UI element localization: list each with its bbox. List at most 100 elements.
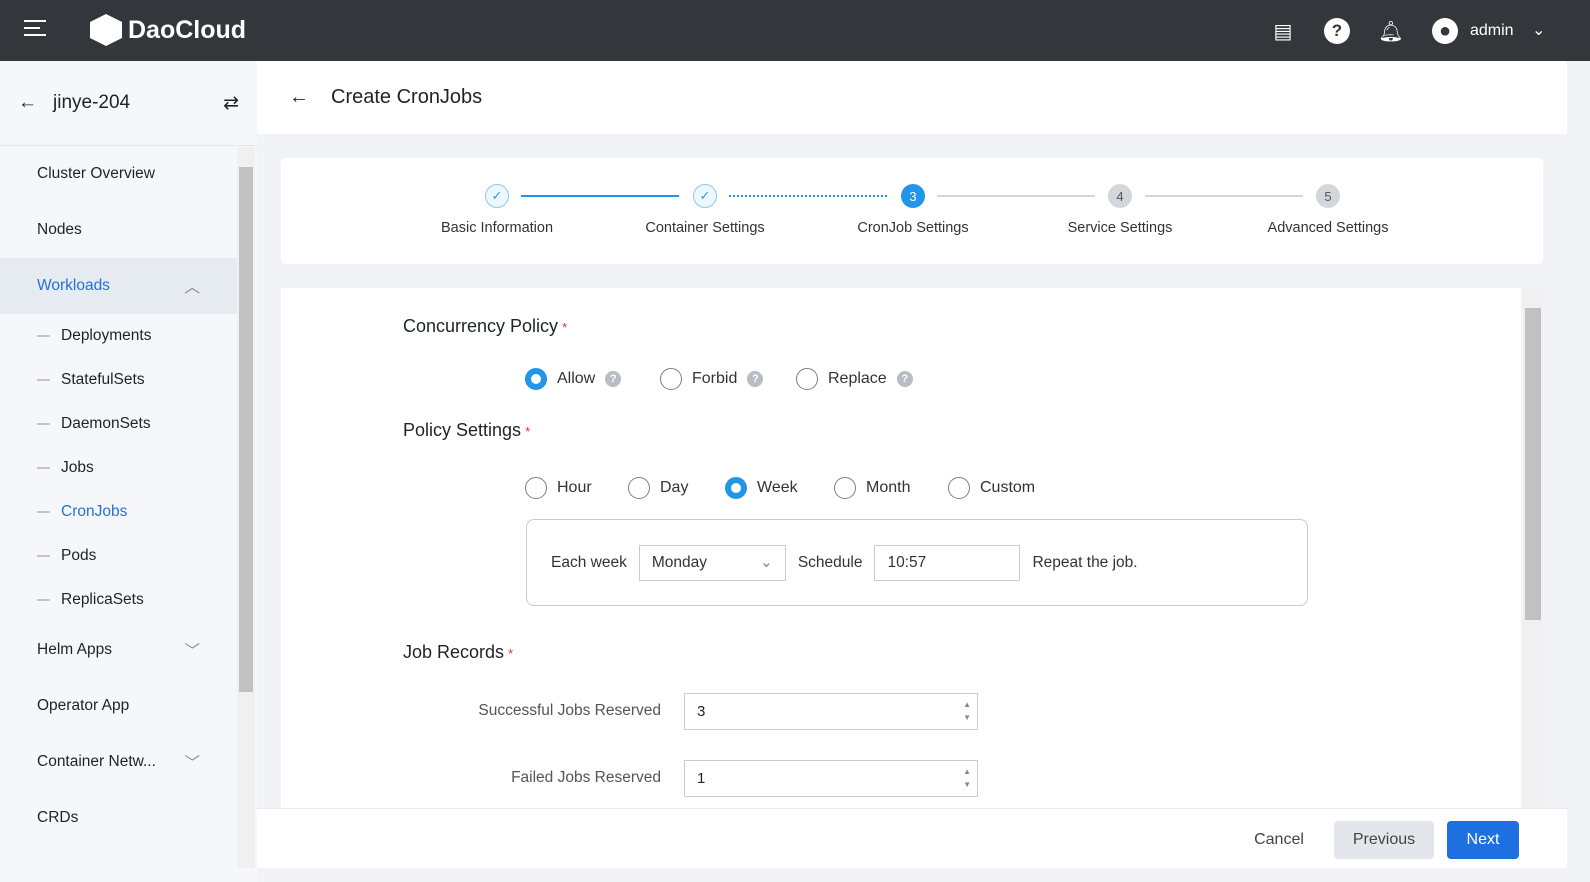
menu-icon[interactable] [24, 20, 46, 41]
radio-circle[interactable] [660, 368, 682, 390]
help-icon[interactable]: ? [747, 371, 764, 387]
stepper-arrows-icon[interactable]: ▲ ▼ [963, 765, 971, 791]
sidebar-item-workloads[interactable]: Workloads ︿ [0, 258, 237, 314]
failed-jobs-input[interactable]: 1 ▲ ▼ [684, 760, 978, 797]
label: Replace [828, 370, 887, 387]
sidebar-item-crds[interactable]: CRDs [0, 790, 237, 846]
chevron-down-icon: ⌄ [759, 554, 773, 571]
message-icon[interactable]: ▤ [1270, 18, 1296, 44]
schedule-time-input[interactable]: 10:57 [874, 544, 1021, 581]
radio-circle[interactable] [525, 477, 547, 499]
step-label: CronJob Settings [857, 220, 969, 236]
sidebar-item-jobs[interactable]: Jobs [0, 446, 237, 490]
user-avatar-icon[interactable]: ● [1432, 18, 1458, 44]
form-scrollbar[interactable] [1523, 288, 1543, 808]
radio-circle[interactable] [796, 368, 818, 390]
radio-circle[interactable] [725, 477, 747, 499]
step-label: Basic Information [440, 220, 554, 236]
value: 1 [697, 770, 706, 787]
radio-circle[interactable] [628, 477, 650, 499]
radio-month[interactable]: Month [834, 477, 910, 499]
selected-value: Monday [651, 553, 707, 571]
step-cronjob-settings: 3 CronJob Settings [813, 184, 1013, 236]
week-schedule-box: Each week Monday ⌄ Schedule 10:57 Repeat … [526, 519, 1308, 606]
successful-jobs-label: Successful Jobs Reserved [478, 702, 661, 719]
help-icon[interactable]: ? [605, 371, 622, 387]
check-icon: ✓ [693, 184, 717, 208]
page-header: ← Create CronJobs [257, 61, 1567, 134]
radio-day[interactable]: Day [628, 477, 688, 499]
chevron-down-icon: ⌄ [1532, 22, 1546, 39]
scroll-thumb[interactable] [1525, 308, 1541, 620]
radio-hour[interactable]: Hour [525, 477, 592, 499]
label: Hour [557, 479, 592, 496]
sidebar-item-cluster-overview[interactable]: Cluster Overview [0, 146, 237, 202]
each-week-label: Each week [551, 553, 627, 571]
step-label: Advanced Settings [1267, 220, 1389, 236]
back-arrow-icon[interactable]: ← [289, 86, 309, 109]
radio-replace[interactable]: Replace? [796, 368, 913, 390]
label: Concurrency Policy [403, 316, 559, 336]
label: Day [660, 479, 689, 496]
sidebar-item-helm-apps[interactable]: Helm Apps ﹀ [0, 622, 237, 678]
sidebar-item-cronjobs[interactable]: CronJobs [0, 490, 237, 534]
help-icon[interactable]: ? [1324, 18, 1350, 44]
stepper: ✓ Basic Information ✓ Container Settings 3… [281, 158, 1543, 264]
top-bar: DaoCloud ▤ ? 🔔︎ ● admin ⌄ [0, 0, 1590, 61]
label: Week [757, 479, 798, 496]
sidebar-item-operator-app[interactable]: Operator App [0, 678, 237, 734]
daocloud-logo-icon [90, 14, 122, 46]
step-service-settings: 4 Service Settings [1020, 184, 1220, 236]
label: Forbid [692, 370, 738, 387]
policy-settings-title: Policy Settings * [403, 420, 530, 441]
radio-circle[interactable] [834, 477, 856, 499]
sidebar-item-pods[interactable]: Pods [0, 534, 237, 578]
radio-allow[interactable]: Allow? [525, 368, 622, 390]
radio-forbid[interactable]: Forbid? [660, 368, 764, 390]
sidebar: ← jinye-204 ⇄ Cluster Overview Nodes Workl… [0, 61, 257, 882]
page-title: Create CronJobs [331, 86, 483, 108]
step-container-settings: ✓ Container Settings [605, 184, 805, 236]
sidebar-item-nodes[interactable]: Nodes [0, 202, 237, 258]
chevron-down-icon: ﹀ [184, 643, 200, 660]
schedule-label: Schedule [797, 553, 863, 571]
bell-icon[interactable]: 🔔︎ [1378, 18, 1404, 44]
value: 3 [697, 703, 706, 720]
step-label: Container Settings [645, 220, 765, 236]
successful-jobs-input[interactable]: 3 ▲ ▼ [684, 693, 978, 730]
weekday-select[interactable]: Monday ⌄ [638, 544, 786, 581]
sidebar-item-deployments[interactable]: Deployments [0, 314, 237, 358]
radio-circle[interactable] [948, 477, 970, 499]
scroll-thumb[interactable] [239, 167, 253, 692]
check-icon: ✓ [485, 184, 509, 208]
step-number: 4 [1108, 184, 1132, 208]
logo[interactable]: DaoCloud [90, 14, 246, 46]
help-icon[interactable]: ? [896, 371, 913, 387]
user-menu[interactable]: admin ⌄ [1470, 20, 1545, 40]
label: Container Netw... [37, 753, 156, 770]
footer-actions: Cancel Previous Next [257, 808, 1567, 868]
job-records-title: Job Records * [403, 642, 513, 663]
next-button[interactable]: Next [1447, 821, 1519, 859]
label: Operator App [37, 697, 130, 714]
sidebar-item-statefulsets[interactable]: StatefulSets [0, 358, 237, 402]
radio-week[interactable]: Week [725, 477, 798, 499]
brand-name: DaoCloud [128, 15, 247, 44]
repeat-text: Repeat the job. [1032, 553, 1138, 571]
cancel-button[interactable]: Cancel [1241, 821, 1317, 859]
stepper-arrows-icon[interactable]: ▲ ▼ [963, 698, 971, 724]
failed-jobs-label: Failed Jobs Reserved [511, 769, 661, 786]
switch-cluster-icon[interactable]: ⇄ [223, 92, 239, 115]
sidebar-item-daemonsets[interactable]: DaemonSets [0, 402, 237, 446]
step-advanced-settings: 5 Advanced Settings [1228, 184, 1428, 236]
radio-circle[interactable] [525, 368, 547, 390]
previous-button[interactable]: Previous [1334, 821, 1434, 859]
back-arrow-icon[interactable]: ← [18, 92, 37, 114]
concurrency-policy-title: Concurrency Policy * [403, 316, 567, 337]
label: Nodes [37, 221, 82, 238]
sidebar-item-replicasets[interactable]: ReplicaSets [0, 578, 237, 622]
chevron-up-icon: ︿ [184, 279, 200, 296]
sidebar-item-container-network[interactable]: Container Netw... ﹀ [0, 734, 237, 790]
radio-custom[interactable]: Custom [948, 477, 1035, 499]
sidebar-scrollbar[interactable] [237, 147, 255, 868]
